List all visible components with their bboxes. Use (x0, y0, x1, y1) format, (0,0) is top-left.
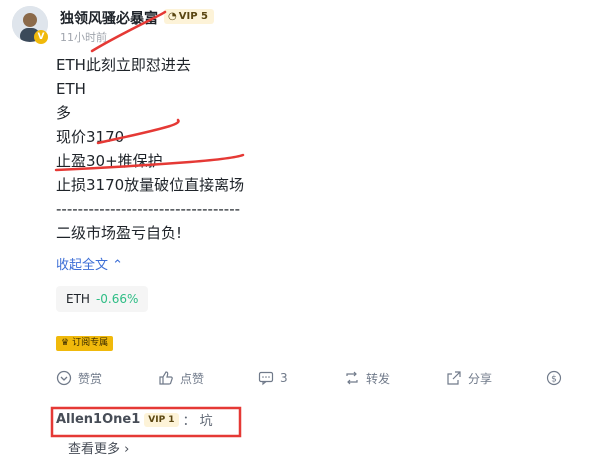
comment-icon (258, 371, 274, 386)
share-icon (447, 371, 461, 385)
vip-level: VIP 5 (178, 11, 208, 22)
tip-icon (56, 370, 72, 386)
collapse-text-link[interactable]: 收起全文 ⌃ (56, 254, 123, 273)
repost-button[interactable]: 转发 (344, 368, 390, 388)
post-card: V 独领风骚必暴富 ◔ VIP 5 11小时前 ETH此刻立即怼进去 ETH 多… (0, 0, 599, 463)
content-line: 止损3170放量破位直接离场 (56, 176, 245, 194)
author-name[interactable]: 独领风骚必暴富 (60, 8, 158, 28)
comment-vip-badge: VIP 1 (144, 412, 179, 427)
repost-icon (346, 371, 358, 385)
like-label: 点赞 (180, 371, 205, 386)
coin-change: -0.66% (95, 292, 139, 306)
tip-button[interactable]: 赞赏 (56, 368, 102, 388)
content-line: 止盈30+推保护 (56, 152, 163, 170)
tip-label: 赞赏 (78, 371, 103, 386)
content-line: 现价3170 (56, 128, 125, 146)
vip-badge: ◔ VIP 5 (164, 9, 214, 24)
divider-line: ---------------------------------- (56, 200, 241, 218)
comment-button[interactable]: 3 (258, 368, 288, 388)
share-button[interactable]: 分享 (446, 368, 492, 388)
comment-user[interactable]: Allen1One1 (56, 412, 140, 427)
comment-text: 坑 (199, 414, 213, 429)
post-time: 11小时前 (60, 31, 107, 44)
post-content: ETH此刻立即怼进去 ETH 多 现价3170 止盈30+推保护 止损3170放… (56, 53, 244, 245)
tip-dollar-button[interactable]: $ (546, 368, 562, 388)
crown-icon: ♛ (61, 338, 70, 348)
content-line: 多 (56, 104, 72, 122)
content-line: ETH此刻立即怼进去 (56, 56, 191, 74)
action-bar: 赞赏 点赞 3 转发 分享 $ (56, 368, 576, 390)
svg-text:$: $ (551, 375, 557, 385)
thumbs-up-icon (159, 371, 173, 385)
comment-separator: ： (182, 414, 196, 429)
content-line: 二级市场盈亏自负! (56, 224, 183, 242)
repost-label: 转发 (366, 371, 391, 386)
subscribe-label: 订阅专属 (72, 338, 109, 348)
coin-tag[interactable]: ETH -0.66% (56, 286, 149, 312)
top-comment[interactable]: Allen1One1 VIP 1 ： 坑 (56, 410, 213, 429)
see-more-comments-link[interactable]: 查看更多 › (68, 438, 129, 457)
content-line: ETH (56, 80, 86, 98)
coin-symbol: ETH (66, 292, 90, 306)
share-label: 分享 (468, 371, 493, 386)
like-button[interactable]: 点赞 (158, 368, 204, 388)
vip-icon: ◔ (168, 11, 177, 22)
comment-count: 3 (280, 371, 288, 385)
subscribe-badge: ♛ 订阅专属 (56, 336, 114, 351)
verified-badge: V (34, 30, 48, 44)
dollar-icon: $ (546, 370, 562, 386)
